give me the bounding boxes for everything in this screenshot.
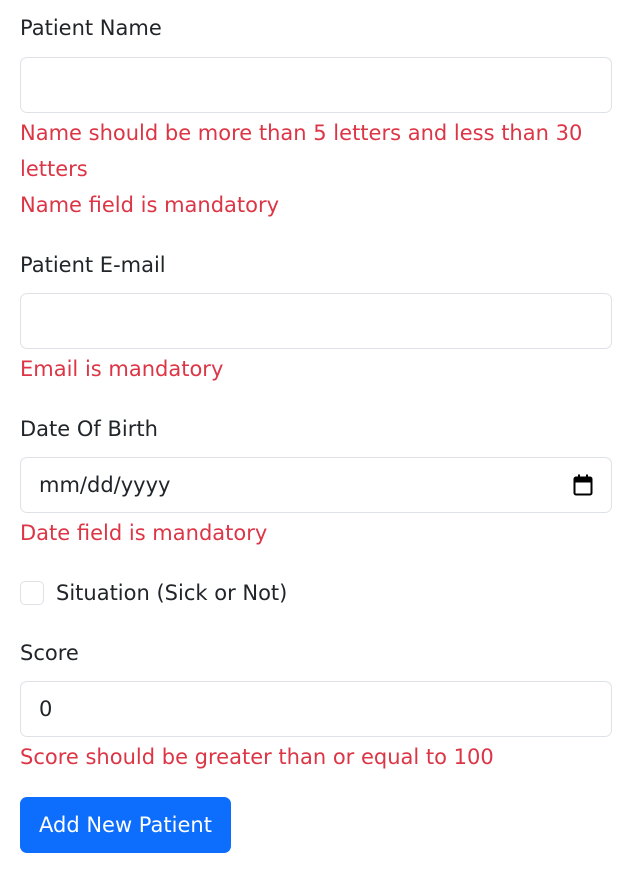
email-mandatory-error: Email is mandatory: [20, 357, 224, 381]
patient-email-input[interactable]: [20, 293, 612, 349]
add-new-patient-button[interactable]: Add New Patient: [20, 797, 231, 853]
patient-email-label: Patient E-mail: [20, 253, 166, 277]
patient-name-label: Patient Name: [20, 16, 162, 40]
situation-label[interactable]: Situation (Sick or Not): [56, 581, 287, 605]
date-mandatory-error: Date field is mandatory: [20, 521, 268, 545]
date-of-birth-label: Date Of Birth: [20, 417, 158, 441]
situation-row: Situation (Sick or Not): [20, 578, 287, 608]
score-min-error: Score should be greater than or equal to…: [20, 745, 494, 769]
name-mandatory-error: Name field is mandatory: [20, 193, 280, 217]
score-label: Score: [20, 641, 79, 665]
score-input[interactable]: 0: [20, 681, 612, 737]
calendar-icon[interactable]: [573, 474, 593, 496]
date-of-birth-input[interactable]: mm/dd/yyyy: [20, 457, 612, 513]
situation-checkbox[interactable]: [20, 581, 44, 605]
patient-name-input[interactable]: [20, 57, 612, 113]
name-length-error: Name should be more than 5 letters and l…: [20, 121, 583, 181]
date-placeholder: mm/dd/yyyy: [39, 473, 171, 497]
